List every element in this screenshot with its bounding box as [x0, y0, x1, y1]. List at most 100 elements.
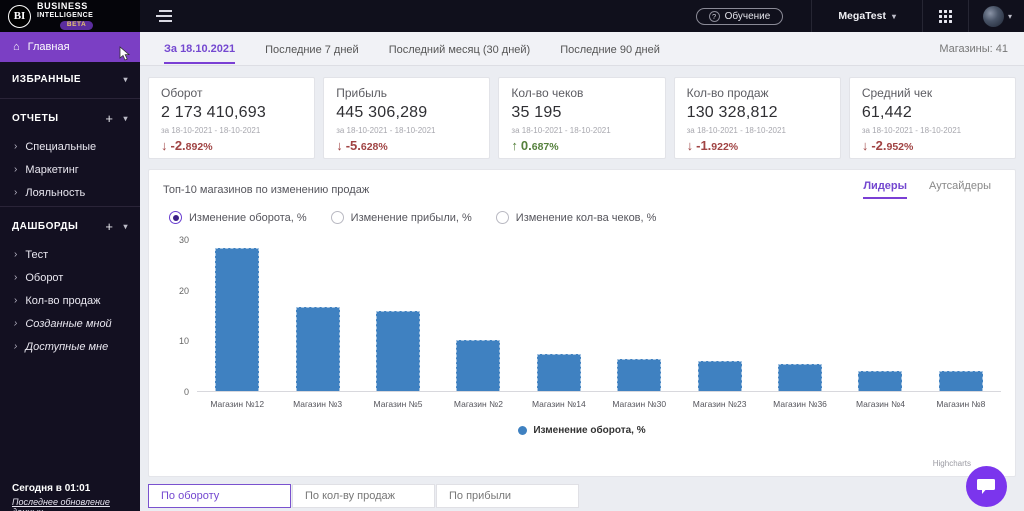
chevron-right-icon: › — [14, 341, 18, 352]
period-tab-today[interactable]: За 18.10.2021 — [164, 34, 236, 64]
kpi-value: 35 195 — [511, 104, 562, 121]
sidebar-item-available-to-me[interactable]: › Доступные мне — [0, 335, 140, 358]
sidebar-section-favorites[interactable]: ИЗБРАННЫЕ ▾ — [0, 62, 140, 96]
period-tab-30days[interactable]: Последний месяц (30 дней) — [389, 35, 531, 63]
radio-icon — [495, 211, 509, 224]
chevron-down-icon: ▾ — [123, 113, 128, 123]
chat-bubble-icon — [977, 479, 995, 494]
sidebar-item-marketing[interactable]: › Маркетинг — [0, 158, 140, 181]
divider — [0, 98, 140, 99]
tab-outsiders[interactable]: Аутсайдеры — [929, 180, 991, 199]
app-logo[interactable]: BI BUSINESS INTELLIGENCE BETA — [0, 0, 140, 32]
kpi-card-receipts[interactable]: Кол-во чеков 35 195 за 18-10-2021 - 18-1… — [498, 77, 666, 159]
kpi-delta: ↓ -5.628% — [336, 138, 477, 153]
chart-bar[interactable] — [778, 364, 823, 391]
kpi-card-avg-receipt[interactable]: Средний чек 61,442 за 18-10-2021 - 18-10… — [848, 77, 1017, 159]
account-menu[interactable]: MegaTest ▾ — [812, 10, 922, 22]
chart-bar[interactable] — [536, 353, 581, 391]
kpi-delta: ↓ -2.892% — [161, 138, 302, 153]
chart-x-label: Магазин №12 — [210, 399, 265, 409]
chart-x-label: Магазин №3 — [293, 399, 343, 409]
chevron-right-icon: › — [14, 187, 18, 198]
add-dashboard-icon[interactable]: + — [105, 219, 123, 234]
trend-arrow-icon: ↓ — [861, 138, 869, 153]
kpi-value: 61,442 — [861, 104, 912, 121]
sidebar-section-reports[interactable]: ОТЧЕТЫ + ▾ — [0, 101, 140, 135]
kpi-card-profit[interactable]: Прибыль 445 306,289 за 18-10-2021 - 18-1… — [323, 77, 491, 159]
sidebar-item-home[interactable]: ⌂ Главная — [0, 32, 140, 62]
kpi-delta-value: -5.628% — [345, 138, 388, 153]
chart-bar[interactable] — [858, 370, 903, 391]
kpi-title: Оборот — [161, 86, 203, 100]
chart-bar[interactable] — [456, 339, 501, 391]
chart-x-label: Магазин №14 — [531, 399, 586, 409]
kpi-title: Кол-во продаж — [686, 86, 769, 100]
legend-label[interactable]: Изменение оборота, % — [533, 425, 645, 436]
chart-x-label: Магазин №36 — [773, 399, 827, 409]
chart-bar[interactable] — [938, 370, 983, 391]
chart-bar-column — [760, 364, 840, 391]
top10-chart-panel: Топ-10 магазинов по изменению продаж Лид… — [148, 169, 1016, 477]
chart-x-label: Магазин №30 — [612, 399, 667, 409]
add-report-icon[interactable]: + — [105, 111, 123, 126]
chevron-right-icon: › — [14, 318, 18, 329]
chart-bar[interactable] — [617, 359, 662, 391]
chevron-down-icon: ▾ — [891, 11, 896, 21]
apps-grid-icon[interactable] — [923, 9, 968, 23]
tab-by-turnover[interactable]: По обороту — [148, 484, 291, 508]
kpi-value: 2 173 410,693 — [161, 104, 266, 121]
radio-profit-change[interactable]: Изменение прибыли, % — [330, 211, 472, 224]
period-tab-90days[interactable]: Последние 90 дней — [560, 35, 660, 63]
sidebar-item-special-reports[interactable]: › Специальные — [0, 135, 140, 158]
chart-bar[interactable] — [295, 306, 340, 391]
sidebar: ⌂ Главная ИЗБРАННЫЕ ▾ ОТЧЕТЫ + ▾ › Специ… — [0, 32, 140, 511]
kpi-card-turnover[interactable]: Оборот 2 173 410,693 за 18-10-2021 - 18-… — [148, 77, 316, 159]
chart-bar[interactable] — [376, 310, 421, 391]
chart-bar-column — [197, 247, 277, 391]
bi-dashboard-app: BI BUSINESS INTELLIGENCE BETA ? Обучение… — [0, 0, 1024, 511]
kpi-title: Кол-во чеков — [511, 86, 584, 100]
sidebar-item-loyalty[interactable]: › Лояльность — [0, 181, 140, 204]
kpi-delta: ↑ 0.687% — [511, 138, 652, 153]
kpi-delta-value: -2.892% — [170, 138, 213, 153]
mouse-cursor — [118, 46, 131, 64]
chart-x-labels: Магазин №12 Магазин №3 Магазин №5 Магазин №… — [197, 399, 1001, 409]
sidebar-section-dashboards[interactable]: ДАШБОРДЫ + ▾ — [0, 209, 140, 243]
chart-bar-column — [679, 360, 759, 391]
bar-chart: Магазин №12 Магазин №3 Магазин №5 Магазин №… — [179, 235, 1001, 409]
user-menu[interactable]: ▾ — [969, 5, 1024, 27]
kpi-delta: ↓ -1.922% — [687, 138, 828, 153]
chart-y-tick: 30 — [178, 235, 189, 245]
question-icon: ? — [708, 10, 720, 22]
tab-leaders[interactable]: Лидеры — [863, 180, 908, 199]
tab-by-profit[interactable]: По прибыли — [436, 484, 579, 508]
sidebar-item-created-by-me[interactable]: › Созданные мной — [0, 312, 140, 335]
chart-bar-column — [599, 359, 679, 391]
kpi-delta-value: -2.952% — [871, 138, 914, 153]
trend-arrow-icon: ↓ — [336, 138, 343, 153]
chevron-right-icon: › — [14, 164, 18, 175]
sidebar-item-sales-count[interactable]: › Кол-во продаж — [0, 289, 140, 312]
trend-arrow-icon: ↓ — [686, 138, 694, 153]
sidebar-item-test[interactable]: › Тест — [0, 243, 140, 266]
tab-by-sales-count[interactable]: По кол-ву продаж — [292, 484, 435, 508]
top-bar: BI BUSINESS INTELLIGENCE BETA ? Обучение… — [0, 0, 1024, 32]
last-update-label[interactable]: Последнее обновление данных — [12, 497, 140, 511]
radio-icon — [169, 211, 182, 224]
divider — [0, 206, 140, 207]
training-button[interactable]: ? Обучение — [695, 7, 784, 25]
chat-widget-button[interactable] — [966, 466, 1007, 507]
radio-turnover-change[interactable]: Изменение оборота, % — [169, 211, 307, 224]
kpi-cards-row: Оборот 2 173 410,693 за 18-10-2021 - 18-… — [140, 66, 1024, 159]
sidebar-toggle-icon[interactable] — [156, 10, 172, 22]
chart-bar[interactable] — [215, 247, 260, 391]
chevron-down-icon: ▾ — [123, 74, 128, 84]
chart-y-tick: 10 — [178, 336, 189, 347]
radio-receipts-change[interactable]: Изменение кол-ва чеков, % — [495, 211, 656, 224]
trend-arrow-icon: ↓ — [161, 138, 168, 153]
chart-bar[interactable] — [697, 360, 742, 391]
chart-x-label: Магазин №2 — [453, 399, 503, 409]
sidebar-item-turnover[interactable]: › Оборот — [0, 266, 140, 289]
kpi-card-sales[interactable]: Кол-во продаж 130 328,812 за 18-10-2021 … — [673, 77, 841, 159]
period-tab-7days[interactable]: Последние 7 дней — [265, 35, 359, 63]
